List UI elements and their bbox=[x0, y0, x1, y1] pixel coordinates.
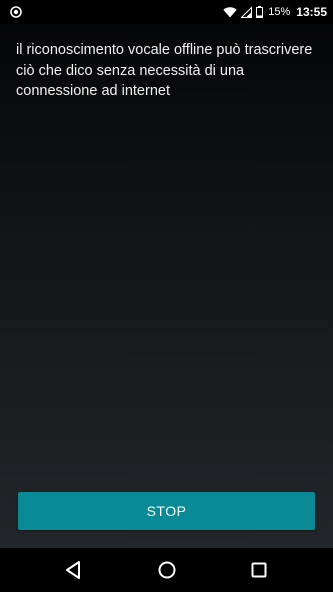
app-content: il riconoscimento vocale offline può tra… bbox=[0, 24, 333, 548]
status-bar: 15% 13:55 bbox=[0, 0, 333, 24]
transcript-text: il riconoscimento vocale offline può tra… bbox=[16, 42, 313, 99]
home-icon[interactable] bbox=[155, 558, 179, 582]
navigation-bar bbox=[0, 548, 333, 592]
recents-icon[interactable] bbox=[247, 558, 271, 582]
signal-icon bbox=[241, 6, 253, 18]
wifi-icon bbox=[223, 7, 237, 18]
status-icons: 15% 13:55 bbox=[223, 0, 327, 24]
status-clock: 13:55 bbox=[296, 5, 327, 19]
battery-percent: 15% bbox=[268, 6, 291, 18]
battery-icon bbox=[256, 6, 264, 18]
record-dot-icon bbox=[10, 6, 22, 18]
back-icon[interactable] bbox=[62, 558, 86, 582]
stop-button[interactable]: STOP bbox=[18, 492, 315, 530]
